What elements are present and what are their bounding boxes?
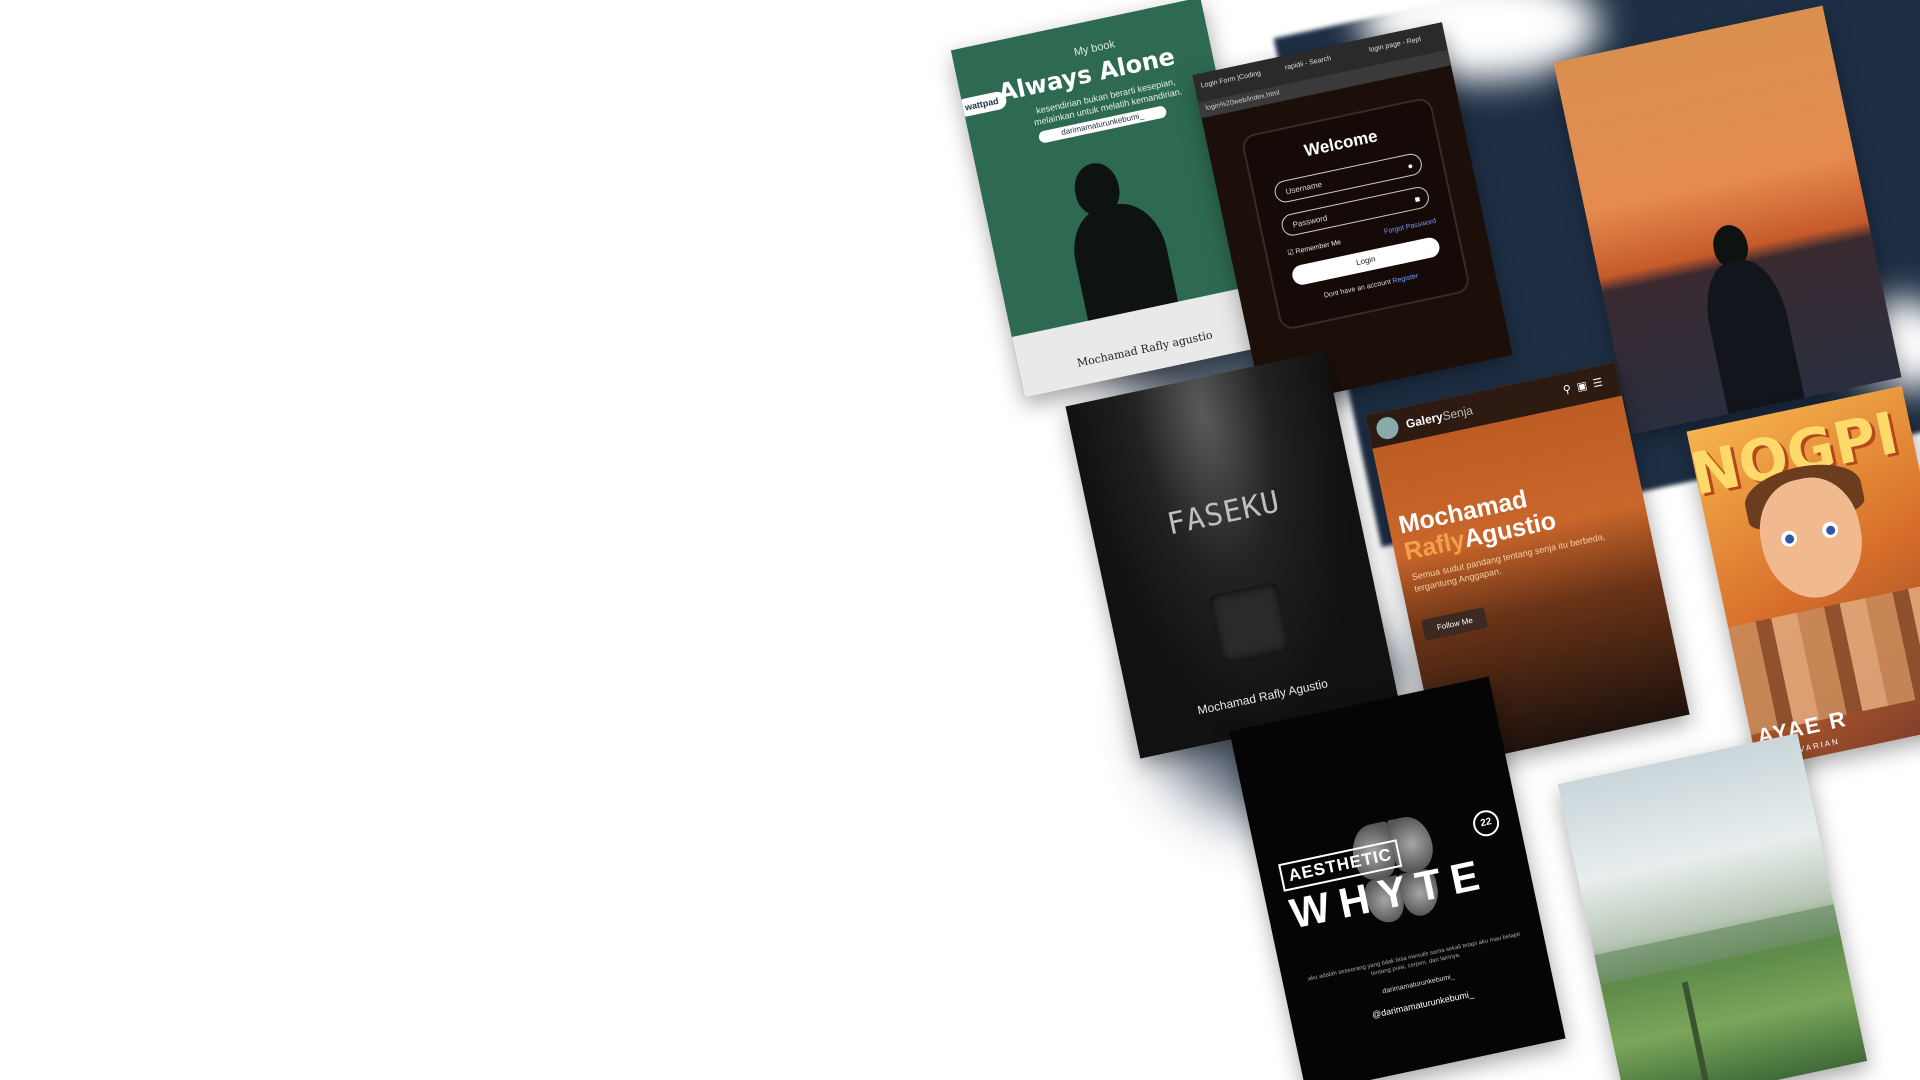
field-path: [1681, 981, 1712, 1080]
pupil: [1825, 524, 1837, 536]
browser-tab[interactable]: rapidii - Search: [1284, 55, 1332, 72]
password-placeholder: Password: [1291, 213, 1329, 230]
brand-name: Galery: [1404, 409, 1445, 432]
card-landscape-photo[interactable]: [1557, 733, 1868, 1080]
brand-suffix: Senja: [1441, 403, 1475, 424]
nav-icons: ⚲▣☰: [1562, 374, 1610, 396]
register-prefix: Dont have an account: [1323, 278, 1392, 300]
user-icon: ●: [1406, 160, 1415, 172]
avatar[interactable]: [1374, 415, 1401, 442]
menu-icon[interactable]: ☰: [1592, 375, 1610, 390]
username-placeholder: Username: [1284, 179, 1323, 197]
register-link[interactable]: Register: [1392, 273, 1419, 285]
forgot-password-link[interactable]: Forgot Password: [1384, 218, 1437, 236]
number-badge: 22: [1470, 807, 1502, 839]
remember-me-checkbox[interactable]: ☑ Remember Me: [1287, 238, 1342, 257]
gallery-brand[interactable]: GalerySenja: [1405, 403, 1474, 431]
login-form: Welcome Username ● Password ■ ☑ Remember…: [1240, 96, 1472, 332]
browser-tab[interactable]: Login Form |Coding: [1200, 70, 1261, 90]
pupil: [1784, 533, 1795, 545]
follow-me-button[interactable]: Follow Me: [1421, 606, 1489, 641]
tree-line: [1594, 904, 1841, 985]
lock-icon: ■: [1413, 193, 1422, 205]
portfolio-collage: wattpad My book Always Alone kesendirian…: [0, 0, 1920, 1080]
card-faseku[interactable]: FASEKU Mochamad Rafly Agustio: [1065, 351, 1400, 759]
card-cartoon-poster[interactable]: NOGPI AYAE R ALL VARIAN: [1686, 385, 1920, 770]
silhouette-body: [1697, 253, 1805, 415]
browser-tab[interactable]: login page - Repl: [1368, 36, 1421, 54]
remember-me-label: Remember Me: [1294, 239, 1342, 256]
faseku-title: FASEKU: [1164, 484, 1284, 543]
armchair-image: [1207, 581, 1292, 665]
